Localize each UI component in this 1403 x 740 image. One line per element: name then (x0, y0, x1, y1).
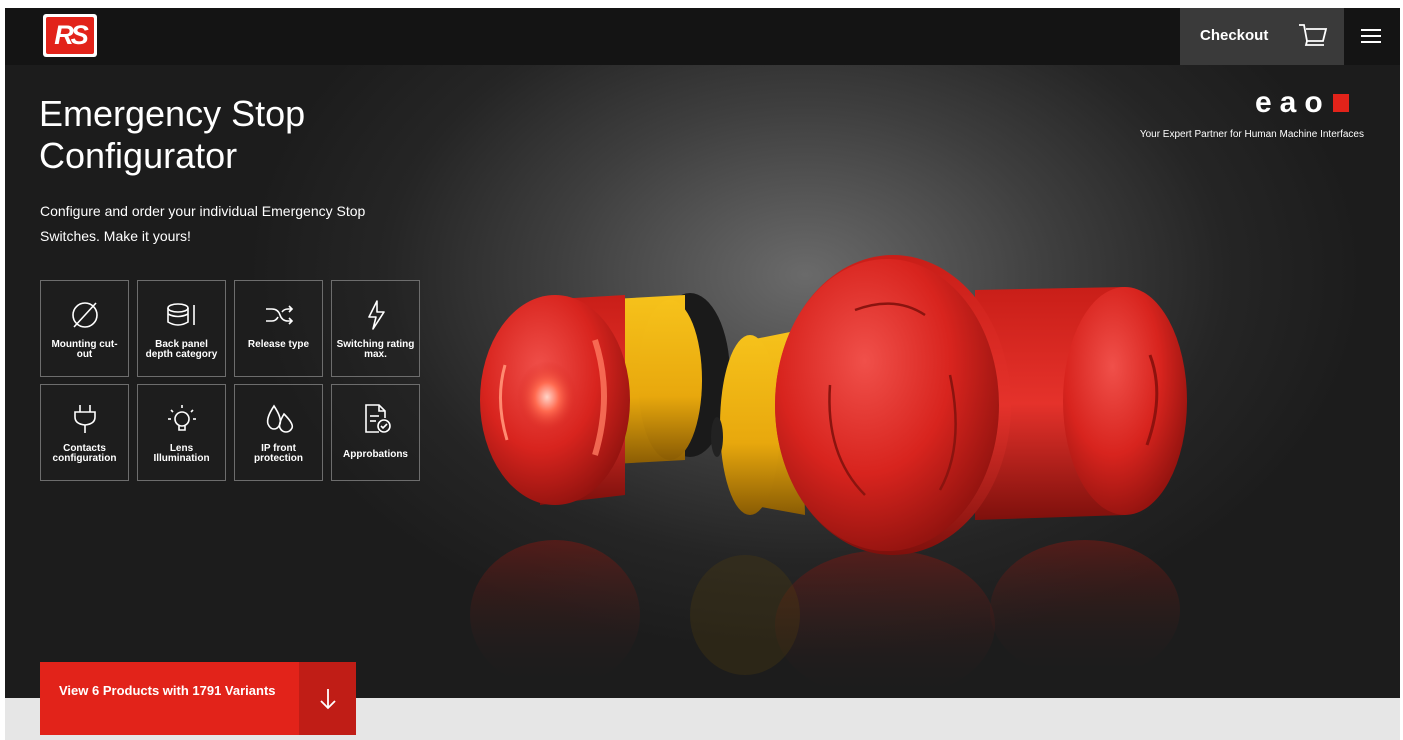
eao-logo[interactable]: eao (1255, 86, 1349, 119)
page-title: Emergency Stop Configurator (39, 93, 305, 177)
cart-icon[interactable] (1297, 21, 1329, 51)
diameter-icon (71, 302, 98, 328)
certificate-icon (364, 404, 391, 433)
feature-label: Release type (247, 339, 310, 350)
hero-subtitle: Configure and order your individual Emer… (40, 203, 366, 244)
water-drops-icon (266, 404, 293, 433)
rs-logo[interactable]: RS (43, 14, 97, 57)
feature-switching-rating[interactable]: Switching rating max. (331, 280, 420, 377)
feature-ip-front-protection[interactable]: IP front protection (234, 384, 323, 481)
page-title-line-2: Configurator (39, 135, 238, 176)
page-frame: RS Checkout Emergency Stop Configurator … (5, 8, 1400, 740)
eao-logo-text: eao (1255, 86, 1331, 119)
feature-label: IP front protection (254, 443, 303, 464)
shuffle-icon (265, 305, 293, 325)
checkout-button[interactable]: Checkout (1180, 8, 1344, 65)
feature-release-type[interactable]: Release type (234, 280, 323, 377)
page-title-line-1: Emergency Stop (39, 93, 306, 134)
feature-grid: Mounting cut-out Back panel depth catego… (40, 280, 420, 481)
feature-contacts-configuration[interactable]: Contacts configuration (40, 384, 129, 481)
lightning-icon (367, 300, 385, 330)
feature-label: Contacts configuration (52, 443, 117, 464)
hero-section: Emergency Stop Configurator Configure an… (5, 65, 1400, 698)
checkout-label: Checkout (1200, 27, 1269, 44)
arrow-down-icon (319, 688, 336, 709)
eao-logo-square (1332, 94, 1349, 112)
feature-label: Switching rating max. (336, 339, 415, 360)
feature-label: Mounting cut-out (51, 339, 118, 360)
cylinder-depth-icon (166, 303, 195, 326)
eao-tagline: Your Expert Partner for Human Machine In… (1139, 129, 1364, 140)
rs-logo-text: RS (46, 17, 94, 54)
feature-label: Lens Illumination (153, 443, 210, 464)
cta-arrow-box[interactable] (299, 662, 356, 735)
feature-approbations[interactable]: Approbations (331, 384, 420, 481)
hamburger-menu-icon[interactable] (1360, 27, 1382, 45)
feature-mounting-cutout[interactable]: Mounting cut-out (40, 280, 129, 377)
emergency-stop-buttons-image (470, 255, 1187, 698)
feature-label: Approbations (343, 449, 408, 460)
feature-lens-illumination[interactable]: Lens Illumination (137, 384, 226, 481)
top-navigation-bar: RS Checkout (5, 8, 1400, 65)
plug-icon (73, 405, 96, 433)
view-products-button[interactable]: View 6 Products with 1791 Variants (40, 662, 356, 735)
feature-back-panel-depth[interactable]: Back panel depth category (137, 280, 226, 377)
lightbulb-icon (167, 405, 196, 431)
view-products-label: View 6 Products with 1791 Variants (59, 683, 276, 698)
feature-label: Back panel depth category (145, 339, 218, 360)
